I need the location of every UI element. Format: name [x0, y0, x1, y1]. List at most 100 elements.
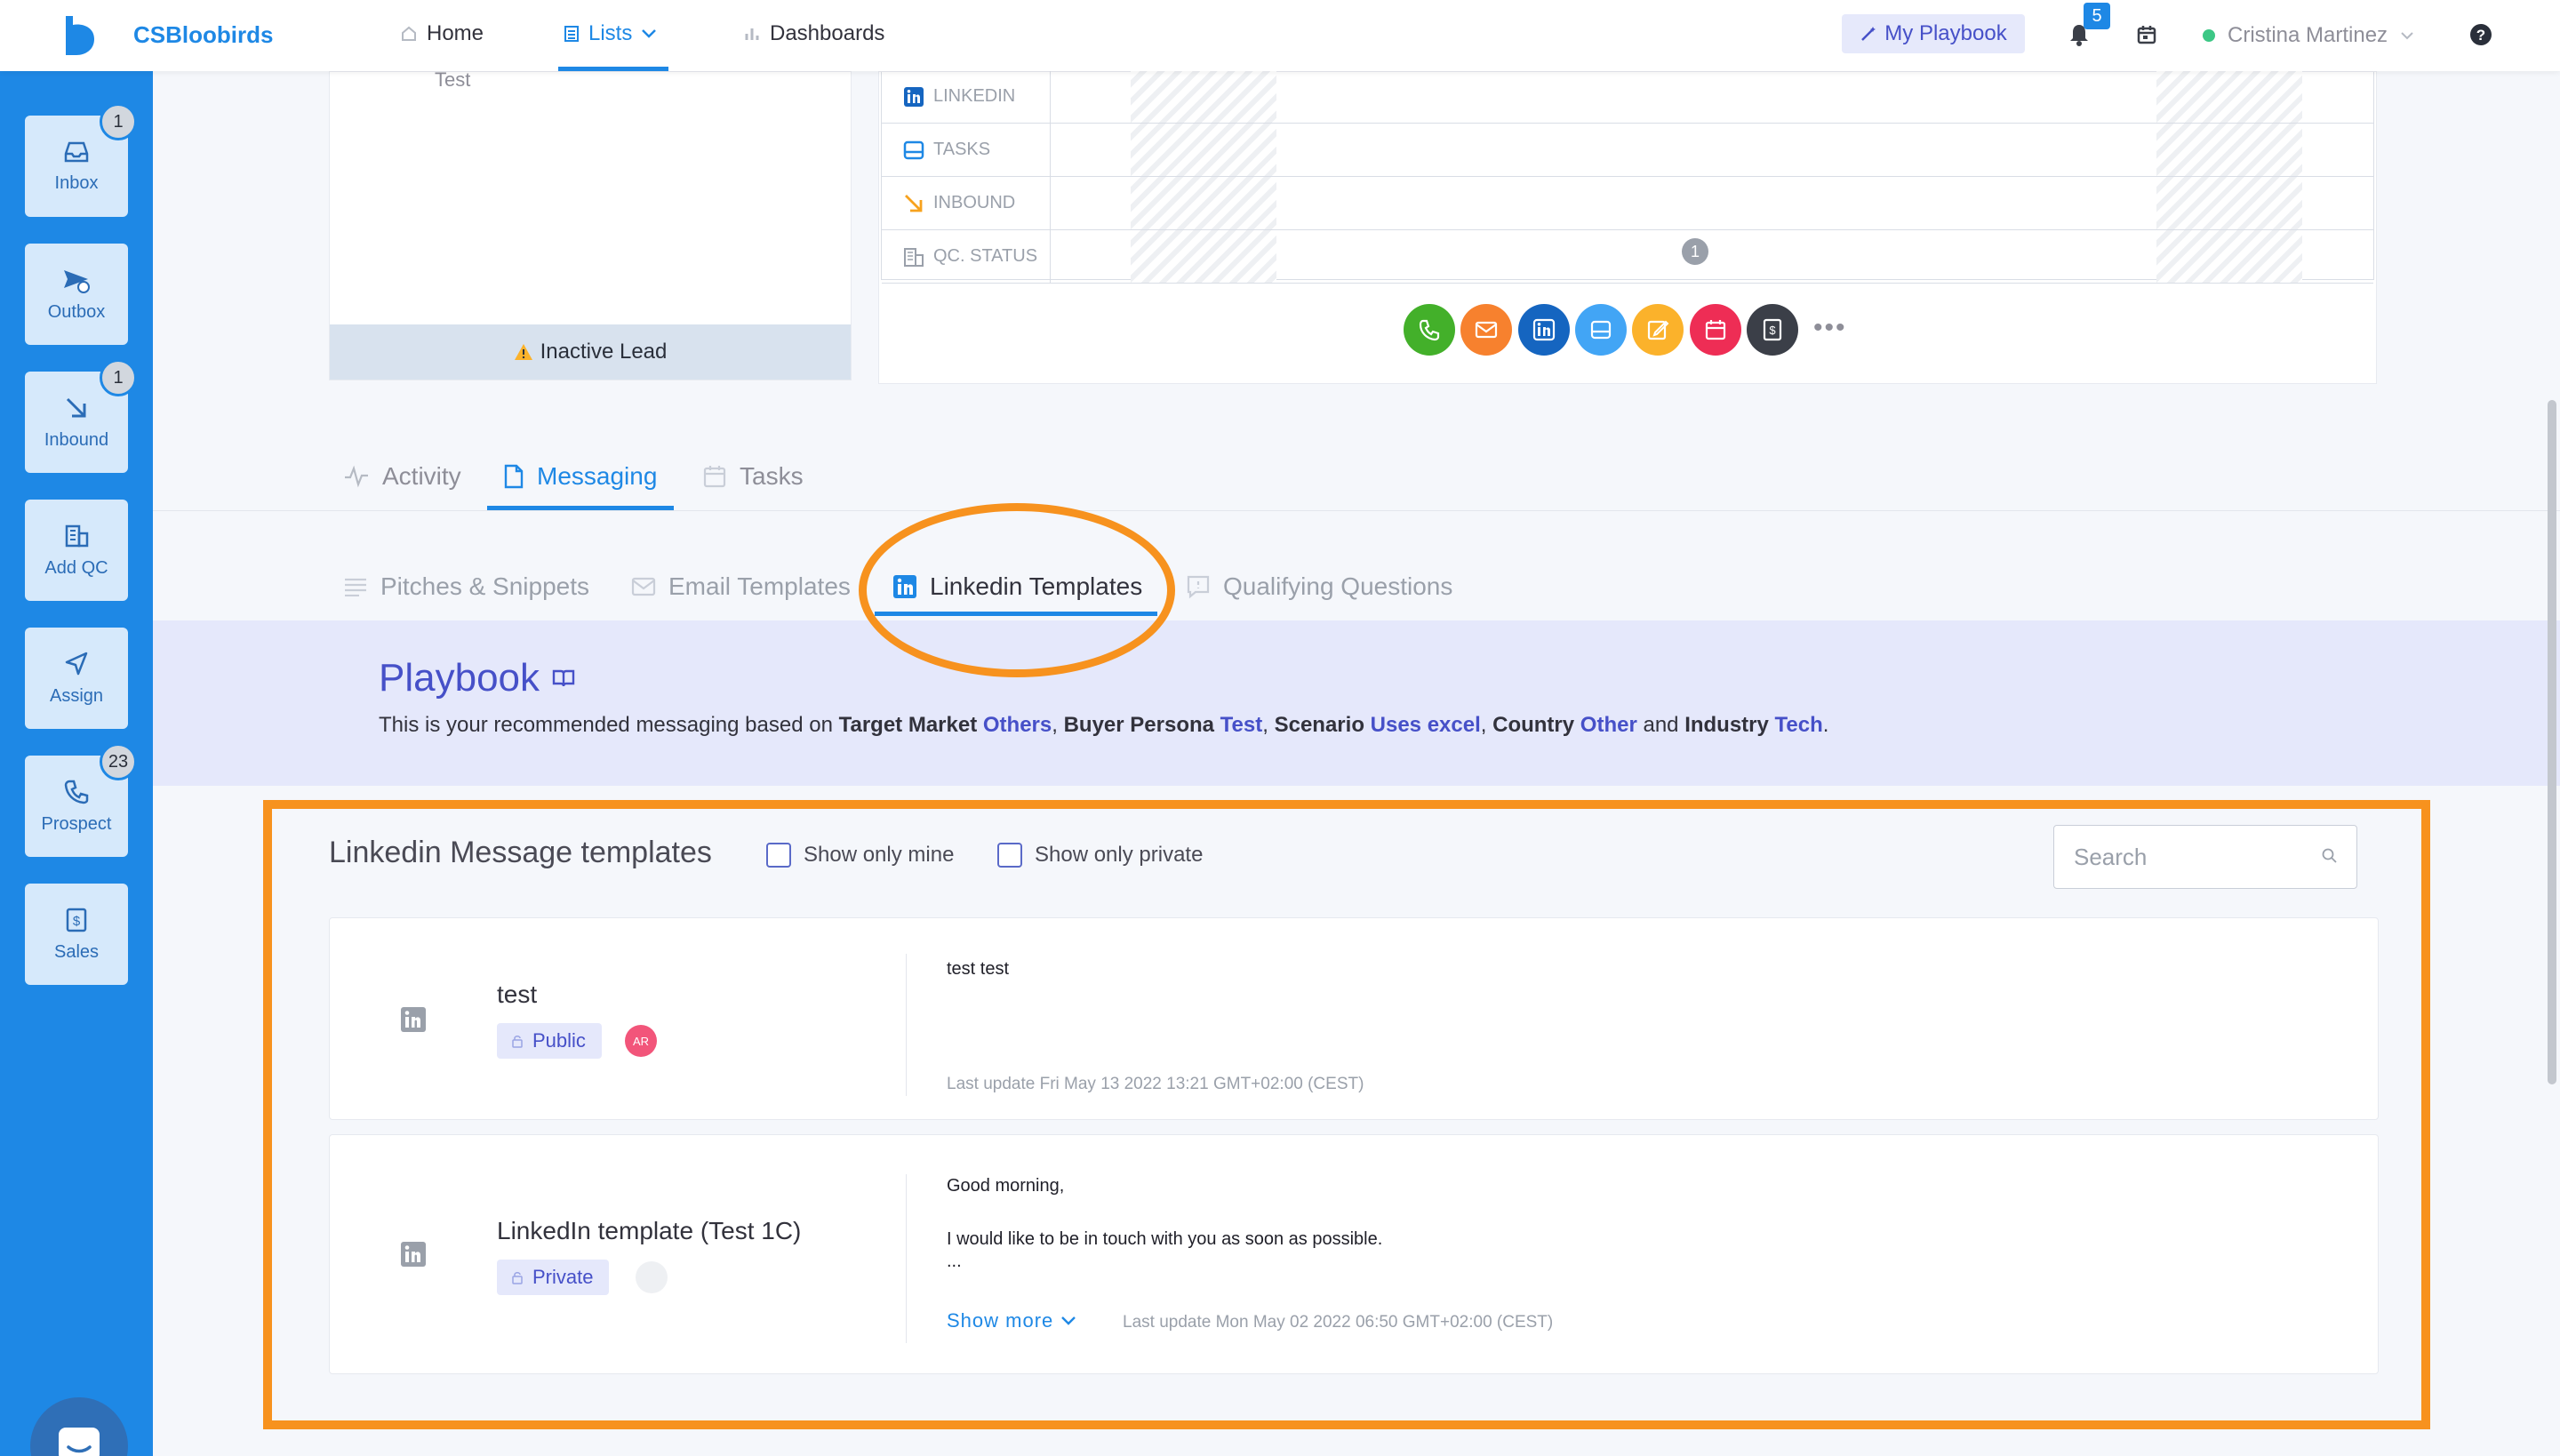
inbox-icon: [64, 141, 89, 162]
subtab-qualifying-questions[interactable]: Qualifying Questions: [1186, 572, 1452, 601]
email-action-button[interactable]: [1460, 304, 1512, 356]
svg-text:?: ?: [2476, 27, 2485, 44]
country-value[interactable]: Other: [1580, 713, 1637, 737]
online-status-dot: [2203, 29, 2215, 42]
tasks-icon: [1590, 320, 1612, 340]
annotation-rectangle: [263, 800, 2430, 1429]
sidebar-item-sales[interactable]: $ Sales: [25, 884, 128, 985]
tasks-icon: [903, 140, 924, 159]
pitch-action-button[interactable]: $: [1747, 304, 1798, 356]
task-action-button[interactable]: [1575, 304, 1627, 356]
sidebar-item-prospect[interactable]: Prospect 23: [25, 743, 137, 857]
playbook-description: This is your recommended messaging based…: [379, 713, 1829, 737]
nav-dashboards[interactable]: Dashboards: [743, 21, 884, 46]
channels-table: LINKEDIN TASKS INBOUND QC. STATUS: [881, 70, 2374, 284]
buyer-persona-value[interactable]: Test: [1220, 713, 1263, 737]
timeline-hatch: [1131, 70, 1276, 123]
subtab-email-templates[interactable]: Email Templates: [631, 572, 851, 601]
building-icon: [904, 247, 924, 267]
my-playbook-button[interactable]: My Playbook: [1842, 14, 2025, 53]
industry-value[interactable]: Tech: [1775, 713, 1823, 737]
nav-home-label: Home: [427, 21, 484, 45]
bloobirds-logo[interactable]: [60, 14, 100, 55]
channel-row-qc-status: QC. STATUS: [882, 230, 2373, 284]
nav-active-underline: [558, 67, 668, 71]
channel-label: INBOUND: [882, 177, 1051, 229]
timeline-hatch: [2156, 230, 2302, 283]
book-icon: [552, 669, 575, 687]
notifications-count-badge: 5: [2084, 3, 2110, 29]
call-action-button[interactable]: [1404, 304, 1455, 356]
nav-lists[interactable]: Lists: [564, 21, 657, 46]
calendar-button[interactable]: [2132, 20, 2162, 50]
svg-text:$: $: [73, 914, 81, 929]
help-button[interactable]: ?: [2466, 20, 2496, 50]
tab-messaging[interactable]: Messaging: [503, 462, 657, 491]
timeline-hatch: [1131, 230, 1276, 283]
chat-icon: [59, 1428, 100, 1456]
sidebar-item-label: Inbound: [44, 429, 109, 450]
timeline-hatch: [2156, 177, 2302, 229]
user-menu[interactable]: Cristina Martinez: [2203, 23, 2414, 48]
prospect-count-badge: 23: [100, 743, 137, 780]
sidebar-item-assign[interactable]: Assign: [25, 628, 128, 729]
nav-home[interactable]: Home: [400, 21, 484, 46]
scenario-value[interactable]: Uses excel: [1371, 713, 1481, 737]
tab-activity[interactable]: Activity: [343, 462, 461, 491]
mail-icon: [1475, 321, 1498, 339]
timeline-hatch: [2156, 124, 2302, 176]
document-icon: [504, 464, 524, 489]
bar-chart-icon: [745, 28, 759, 40]
timeline-hatch: [1131, 124, 1276, 176]
building-icon: [65, 524, 89, 547]
note-action-button[interactable]: [1632, 304, 1684, 356]
lead-name-fragment: Test: [435, 68, 471, 91]
chat-question-icon: [1187, 575, 1210, 599]
calendar-icon: [2137, 26, 2156, 44]
pulse-icon: [345, 465, 368, 488]
tab-tasks[interactable]: Tasks: [702, 462, 804, 491]
edit-note-icon: [1647, 320, 1669, 340]
sidebar-item-label: Assign: [49, 685, 104, 706]
list-icon: [564, 26, 579, 42]
playbook-title: Playbook: [379, 656, 575, 700]
sidebar-item-label: Add QC: [44, 557, 108, 578]
linkedin-action-button[interactable]: [1518, 304, 1570, 356]
brand-name[interactable]: CSBloobirds: [133, 21, 273, 49]
inbound-count-badge: 1: [100, 359, 137, 396]
sidebar-item-add-qc[interactable]: Add QC: [25, 500, 128, 601]
subtab-pitches-snippets[interactable]: Pitches & Snippets: [343, 572, 589, 601]
text-lines-icon: [345, 578, 366, 596]
channel-label: TASKS: [882, 124, 1051, 176]
mail-icon: [631, 577, 656, 596]
qc-status-count[interactable]: 1: [1682, 238, 1708, 265]
user-name: Cristina Martinez: [2228, 23, 2388, 47]
support-chat-button[interactable]: [30, 1397, 128, 1456]
annotation-ellipse: [859, 503, 1175, 677]
dollar-document-icon: $: [1763, 318, 1782, 341]
meeting-action-button[interactable]: [1690, 304, 1741, 356]
svg-text:$: $: [1769, 324, 1776, 337]
sidebar-item-label: Prospect: [41, 813, 112, 834]
target-market-value[interactable]: Others: [983, 713, 1052, 737]
timeline-hatch: [2156, 70, 2302, 123]
phone-icon: [1419, 319, 1440, 341]
linkedin-icon: [1532, 318, 1556, 341]
timeline-hatch: [1131, 177, 1276, 229]
sidebar-item-inbound[interactable]: Inbound 1: [25, 359, 137, 473]
my-playbook-label: My Playbook: [1884, 21, 2007, 45]
magic-wand-icon: [1861, 27, 1876, 41]
tabs-divider: [153, 510, 2560, 511]
left-sidebar: Inbox 1 Outbox Inbound 1 Add QC Assign P…: [0, 71, 153, 1456]
top-navbar: CSBloobirds Home Lists Dashboards My Pla…: [0, 0, 2560, 71]
page-scrollbar[interactable]: [2548, 400, 2556, 1084]
help-icon: ?: [2470, 24, 2492, 45]
more-actions-icon[interactable]: •••: [1813, 313, 1847, 343]
sidebar-item-inbox[interactable]: Inbox 1: [25, 103, 137, 217]
inactive-lead-banner: Inactive Lead: [330, 324, 851, 380]
nav-dashboards-label: Dashboards: [770, 21, 885, 45]
inbox-count-badge: 1: [100, 103, 137, 140]
warning-icon: [514, 344, 532, 360]
sidebar-item-outbox[interactable]: Outbox: [25, 244, 128, 345]
navigation-arrow-icon: [65, 652, 88, 675]
